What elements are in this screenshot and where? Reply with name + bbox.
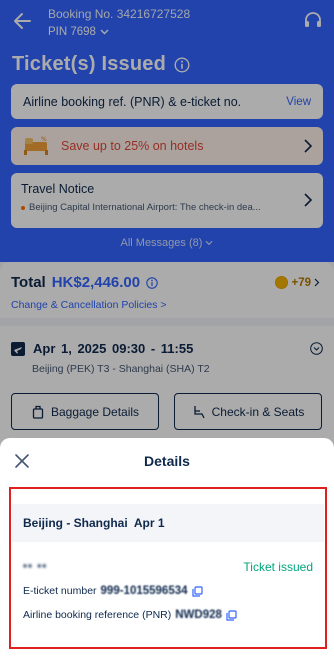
passenger-name: •• •• (23, 561, 48, 573)
copy-icon[interactable] (226, 609, 237, 621)
eticket-label: E-ticket number (23, 585, 97, 597)
pnr-value: NWD928 (175, 609, 222, 621)
pnr-label: Airline booking reference (PNR) (23, 609, 172, 621)
ticket-status: Ticket issued (243, 560, 313, 574)
details-sheet: Details Beijing - Shanghai Apr 1 •• •• T… (0, 438, 334, 661)
eticket-row: E-ticket number 999-1015596534 (23, 585, 203, 597)
ticket-details-box: Beijing - Shanghai Apr 1 •• •• Ticket is… (9, 487, 327, 649)
sheet-title: Details (144, 453, 190, 469)
pnr-row: Airline booking reference (PNR) NWD928 (23, 609, 237, 621)
eticket-value: 999-1015596534 (100, 585, 188, 597)
copy-icon[interactable] (191, 585, 203, 597)
segment-header: Beijing - Shanghai Apr 1 (12, 504, 324, 542)
